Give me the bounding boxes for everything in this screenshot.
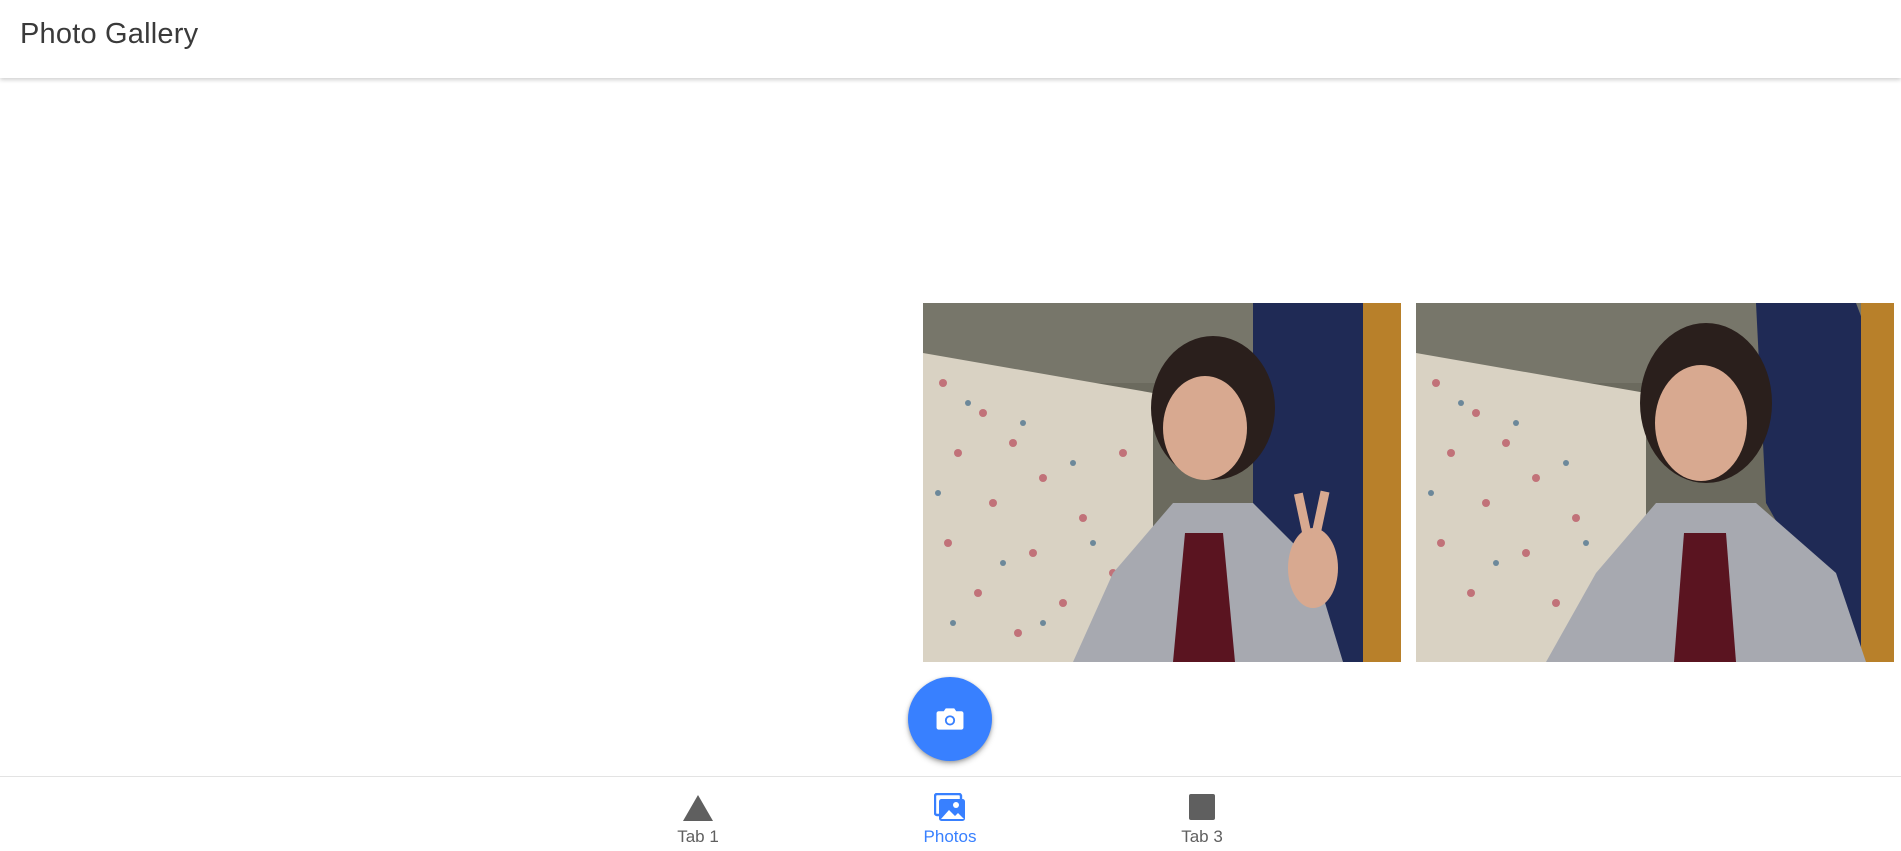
tab-tab3[interactable]: Tab 3 xyxy=(1132,777,1272,851)
tab-label: Tab 1 xyxy=(677,827,719,846)
photo-image xyxy=(923,303,1401,662)
camera-icon xyxy=(936,708,964,730)
page-title: Photo Gallery xyxy=(20,18,199,50)
app-header: Photo Gallery xyxy=(0,0,1901,78)
gallery-content xyxy=(0,78,1901,776)
photo-thumbnail[interactable] xyxy=(923,303,1401,662)
images-icon xyxy=(934,793,965,821)
tab-label: Tab 3 xyxy=(1181,827,1223,846)
tab-bar: Tab 1 Photos Tab 3 xyxy=(0,776,1901,851)
tab-tab1[interactable]: Tab 1 xyxy=(628,777,768,851)
photo-thumbnail[interactable] xyxy=(1416,303,1894,662)
triangle-icon xyxy=(683,795,713,821)
tab-photos[interactable]: Photos xyxy=(880,777,1020,851)
tab-label: Photos xyxy=(923,827,977,846)
square-icon xyxy=(1189,794,1215,820)
camera-fab-button[interactable] xyxy=(908,677,992,761)
photo-image xyxy=(1416,303,1894,662)
app-root: Photo Gallery Tab 1 Photos Tab 3 xyxy=(0,0,1901,851)
